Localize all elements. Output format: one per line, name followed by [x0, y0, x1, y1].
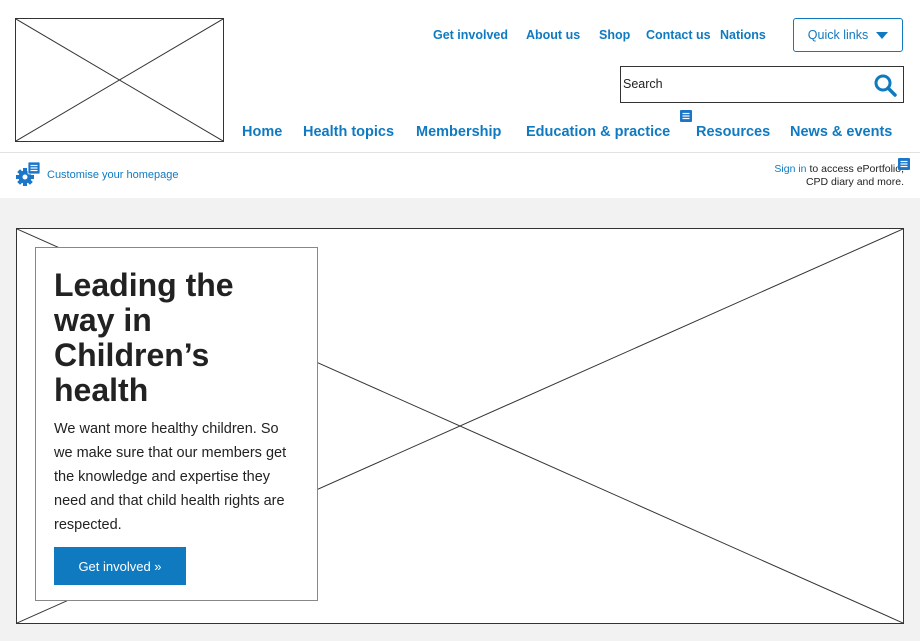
nav-health-topics[interactable]: Health topics [303, 124, 394, 140]
nav-membership[interactable]: Membership [416, 124, 501, 140]
customise-homepage-label: Customise your homepage [47, 169, 179, 181]
utility-link-shop[interactable]: Shop [599, 28, 630, 42]
quick-links-label: Quick links [807, 28, 869, 42]
note-icon [898, 158, 910, 170]
utility-link-about-us[interactable]: About us [526, 28, 580, 42]
gear-icon [16, 162, 41, 186]
hero-card: Leading the way in Children’s health We … [35, 247, 318, 601]
hero-title: Leading the way in Children’s health [54, 267, 234, 408]
logo-placeholder[interactable] [15, 18, 224, 142]
sign-in-link[interactable]: Sign in [774, 163, 806, 175]
get-involved-button[interactable]: Get involved » [54, 547, 186, 585]
utility-link-get-involved[interactable]: Get involved [433, 28, 508, 42]
search-input[interactable] [623, 73, 863, 95]
customise-homepage-link[interactable]: Customise your homepage [15, 162, 178, 188]
nav-education-practice[interactable]: Education & practice [526, 124, 670, 140]
utility-link-nations[interactable]: Nations [720, 28, 766, 42]
sign-in-line1: to access ePortfolio, [806, 163, 904, 175]
search-box [620, 66, 904, 103]
nav-resources[interactable]: Resources [696, 124, 770, 140]
search-icon[interactable] [873, 73, 897, 97]
caret-down-icon [876, 31, 889, 39]
note-icon [680, 110, 692, 122]
nav-news-events[interactable]: News & events [790, 124, 892, 140]
header-divider [0, 152, 920, 153]
quick-links-dropdown[interactable]: Quick links [793, 18, 903, 52]
sign-in-line2: CPD diary and more. [805, 176, 904, 188]
hero-body: We want more healthy children. So we mak… [54, 421, 287, 533]
utility-link-contact-us[interactable]: Contact us [646, 28, 711, 42]
nav-home[interactable]: Home [242, 124, 282, 140]
sign-in-message: Sign in to access ePortfolio, CPD diary … [774, 163, 904, 189]
image-placeholder-icon [16, 19, 223, 141]
